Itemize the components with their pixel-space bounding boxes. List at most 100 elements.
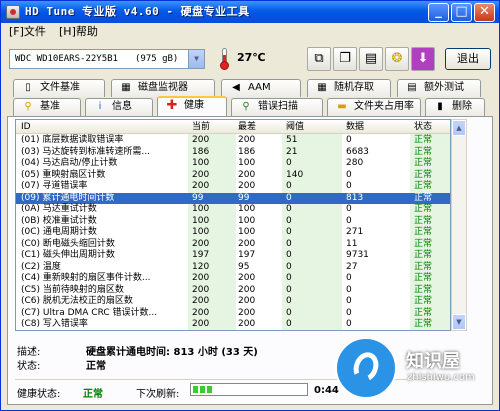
- attr-data: 813: [346, 192, 364, 203]
- attr-threshold: 51: [286, 135, 298, 145]
- attr-name: (04) 马达启动/停止计数: [21, 158, 118, 168]
- maximize-button[interactable]: □: [451, 3, 472, 22]
- health-status-value: 正常: [83, 389, 103, 400]
- attr-threshold: 0: [286, 227, 292, 237]
- attr-status: 正常: [414, 146, 433, 157]
- attr-status: 正常: [414, 273, 433, 283]
- trash-icon: ▮: [437, 101, 443, 112]
- attr-threshold: 140: [286, 169, 304, 180]
- app-window: HD Tune 专业版 v4.60 - 硬盘专业工具 _ □ ✕ [F]文件 […: [0, 0, 500, 411]
- scroll-down-icon[interactable]: ▼: [452, 314, 466, 330]
- col-current[interactable]: 当前: [192, 121, 210, 133]
- col-threshold[interactable]: 阈值: [286, 121, 304, 133]
- minimize-button[interactable]: _: [428, 3, 449, 22]
- close-button[interactable]: ✕: [474, 3, 495, 22]
- tab-info[interactable]: i 信息: [85, 98, 153, 116]
- save-icon[interactable]: ▤: [359, 47, 383, 71]
- tab-random-access[interactable]: ▦ 随机存取: [307, 79, 391, 97]
- attr-worst: 200: [238, 169, 256, 180]
- menu-help[interactable]: [H]帮助: [59, 23, 98, 41]
- tab-benchmark[interactable]: ⚲ 基准: [13, 98, 81, 116]
- col-data[interactable]: 数据: [346, 121, 364, 133]
- drive-select[interactable]: WDC WD10EARS-22Y5B1 (975 gB) ▼: [9, 49, 205, 69]
- col-status[interactable]: 状态: [414, 121, 432, 133]
- attr-worst: 100: [238, 204, 256, 214]
- tab-file-benchmark[interactable]: ▯ 文件基准: [13, 79, 105, 97]
- tab-extra-tests[interactable]: ▤ 额外测试: [397, 79, 481, 97]
- tab-error-scan[interactable]: ⚲ 错误扫描: [231, 98, 323, 116]
- attr-worst: 200: [238, 319, 256, 329]
- attr-data: 0: [346, 319, 352, 329]
- scroll-up-icon[interactable]: ▲: [452, 120, 466, 136]
- col-id[interactable]: ID: [21, 121, 31, 133]
- attr-worst: 197: [238, 250, 256, 260]
- table-row[interactable]: (C7) Ultra DMA CRC 错误计数... 200 200 0 0 正常: [16, 307, 450, 319]
- attr-name: (C5) 当前待映射的扇区数: [21, 284, 124, 295]
- attr-status: 正常: [414, 192, 433, 203]
- attr-name: (C4) 重新映射的扇区事件计数...: [21, 273, 151, 283]
- table-row[interactable]: (C1) 磁头伸出周期计数 197 197 0 9731 正常: [16, 250, 450, 261]
- temperature-readout: 27℃: [237, 51, 266, 64]
- options-icon[interactable]: ❂: [385, 47, 409, 71]
- tab-folder-usage[interactable]: ▬ 文件夹占用率: [327, 98, 421, 116]
- table-row[interactable]: (C5) 当前待映射的扇区数 200 200 0 0 正常: [16, 284, 450, 296]
- table-row[interactable]: (03) 马达旋转到标准转速所需... 186 186 21 6683 正常: [16, 146, 450, 158]
- tab-aam[interactable]: ◀ AAM: [221, 79, 301, 97]
- attr-status: 正常: [414, 296, 433, 306]
- attr-data: 280: [346, 158, 364, 168]
- attr-name: (0C) 通电周期计数: [21, 227, 97, 237]
- tab-disk-monitor[interactable]: ▦ 磁盘监视器: [111, 79, 215, 97]
- exit-button[interactable]: 退出: [445, 48, 491, 70]
- smart-table[interactable]: ID 当前 最差 阈值 数据 状态 (01) 底层数据读取错误率 200 200 51…: [15, 119, 451, 331]
- drive-model: WDC WD10EARS-22Y5B1: [15, 54, 118, 64]
- attr-name: (0A) 马达重试计数: [21, 204, 97, 214]
- table-row[interactable]: (0A) 马达重试计数 100 100 0 0 正常: [16, 204, 450, 215]
- tab-health[interactable]: ✚ 健康: [157, 96, 227, 116]
- refresh-progress-bar: [190, 383, 308, 396]
- attr-status: 正常: [414, 215, 433, 226]
- attr-threshold: 0: [286, 296, 292, 306]
- table-row[interactable]: (0C) 通电周期计数 100 100 0 271 正常: [16, 227, 450, 238]
- table-row[interactable]: (05) 重映射扇区计数 200 200 140 0 正常: [16, 169, 450, 181]
- vertical-scrollbar[interactable]: ▲ ▼: [451, 119, 467, 331]
- attr-threshold: 0: [286, 261, 292, 272]
- attr-status: 正常: [414, 250, 433, 260]
- table-row[interactable]: (01) 底层数据读取错误率 200 200 51 0 正常: [16, 135, 450, 146]
- attr-worst: 200: [238, 284, 256, 295]
- attr-name: (C8) 写入错误率: [21, 319, 88, 329]
- table-row[interactable]: (C0) 断电磁头缩回计数 200 200 0 11 正常: [16, 238, 450, 250]
- folder-icon: ▬: [337, 101, 347, 112]
- tab-erase[interactable]: ▮ 删除: [425, 98, 485, 116]
- menu-file[interactable]: [F]文件: [9, 23, 46, 41]
- attr-data: 6683: [346, 146, 369, 157]
- attr-name: (0B) 校准重试计数: [21, 215, 97, 226]
- table-row[interactable]: (0B) 校准重试计数 100 100 0 0 正常: [16, 215, 450, 227]
- title-bar[interactable]: HD Tune 专业版 v4.60 - 硬盘专业工具 _ □ ✕: [1, 1, 499, 23]
- attr-data: 0: [346, 273, 352, 283]
- attr-current: 100: [192, 158, 210, 168]
- attr-status: 正常: [414, 307, 433, 318]
- col-worst[interactable]: 最差: [238, 121, 256, 133]
- table-row[interactable]: (C6) 脱机无法校正的扇区数 200 200 0 0 正常: [16, 296, 450, 307]
- table-row[interactable]: (C4) 重新映射的扇区事件计数... 200 200 0 0 正常: [16, 273, 450, 284]
- download-icon[interactable]: ⬇: [411, 47, 435, 71]
- attr-name: (C1) 磁头伸出周期计数: [21, 250, 115, 260]
- chevron-down-icon[interactable]: ▼: [188, 50, 204, 68]
- table-row[interactable]: (C8) 写入错误率 200 200 0 0 正常: [16, 319, 450, 330]
- table-row[interactable]: (09) 累计通电时间计数 99 99 0 813 正常: [16, 192, 450, 204]
- attr-status: 正常: [414, 158, 433, 168]
- table-row[interactable]: (C2) 温度 120 95 0 27 正常: [16, 261, 450, 273]
- attr-current: 200: [192, 319, 210, 329]
- copy-icon[interactable]: ⧉: [307, 47, 331, 71]
- benchmark-icon: ⚲: [24, 101, 32, 112]
- attr-worst: 200: [238, 238, 256, 249]
- copy-text-icon[interactable]: ❐: [333, 47, 357, 71]
- description-label: 描述:: [17, 347, 41, 358]
- attr-threshold: 21: [286, 146, 298, 157]
- table-row[interactable]: (07) 寻道错误率 200 200 0 0 正常: [16, 181, 450, 192]
- attr-data: 271: [346, 227, 364, 237]
- table-row[interactable]: (04) 马达启动/停止计数 100 100 0 280 正常: [16, 158, 450, 169]
- attr-status: 正常: [414, 238, 433, 249]
- attr-data: 0: [346, 204, 352, 214]
- file-icon: ▯: [25, 82, 31, 93]
